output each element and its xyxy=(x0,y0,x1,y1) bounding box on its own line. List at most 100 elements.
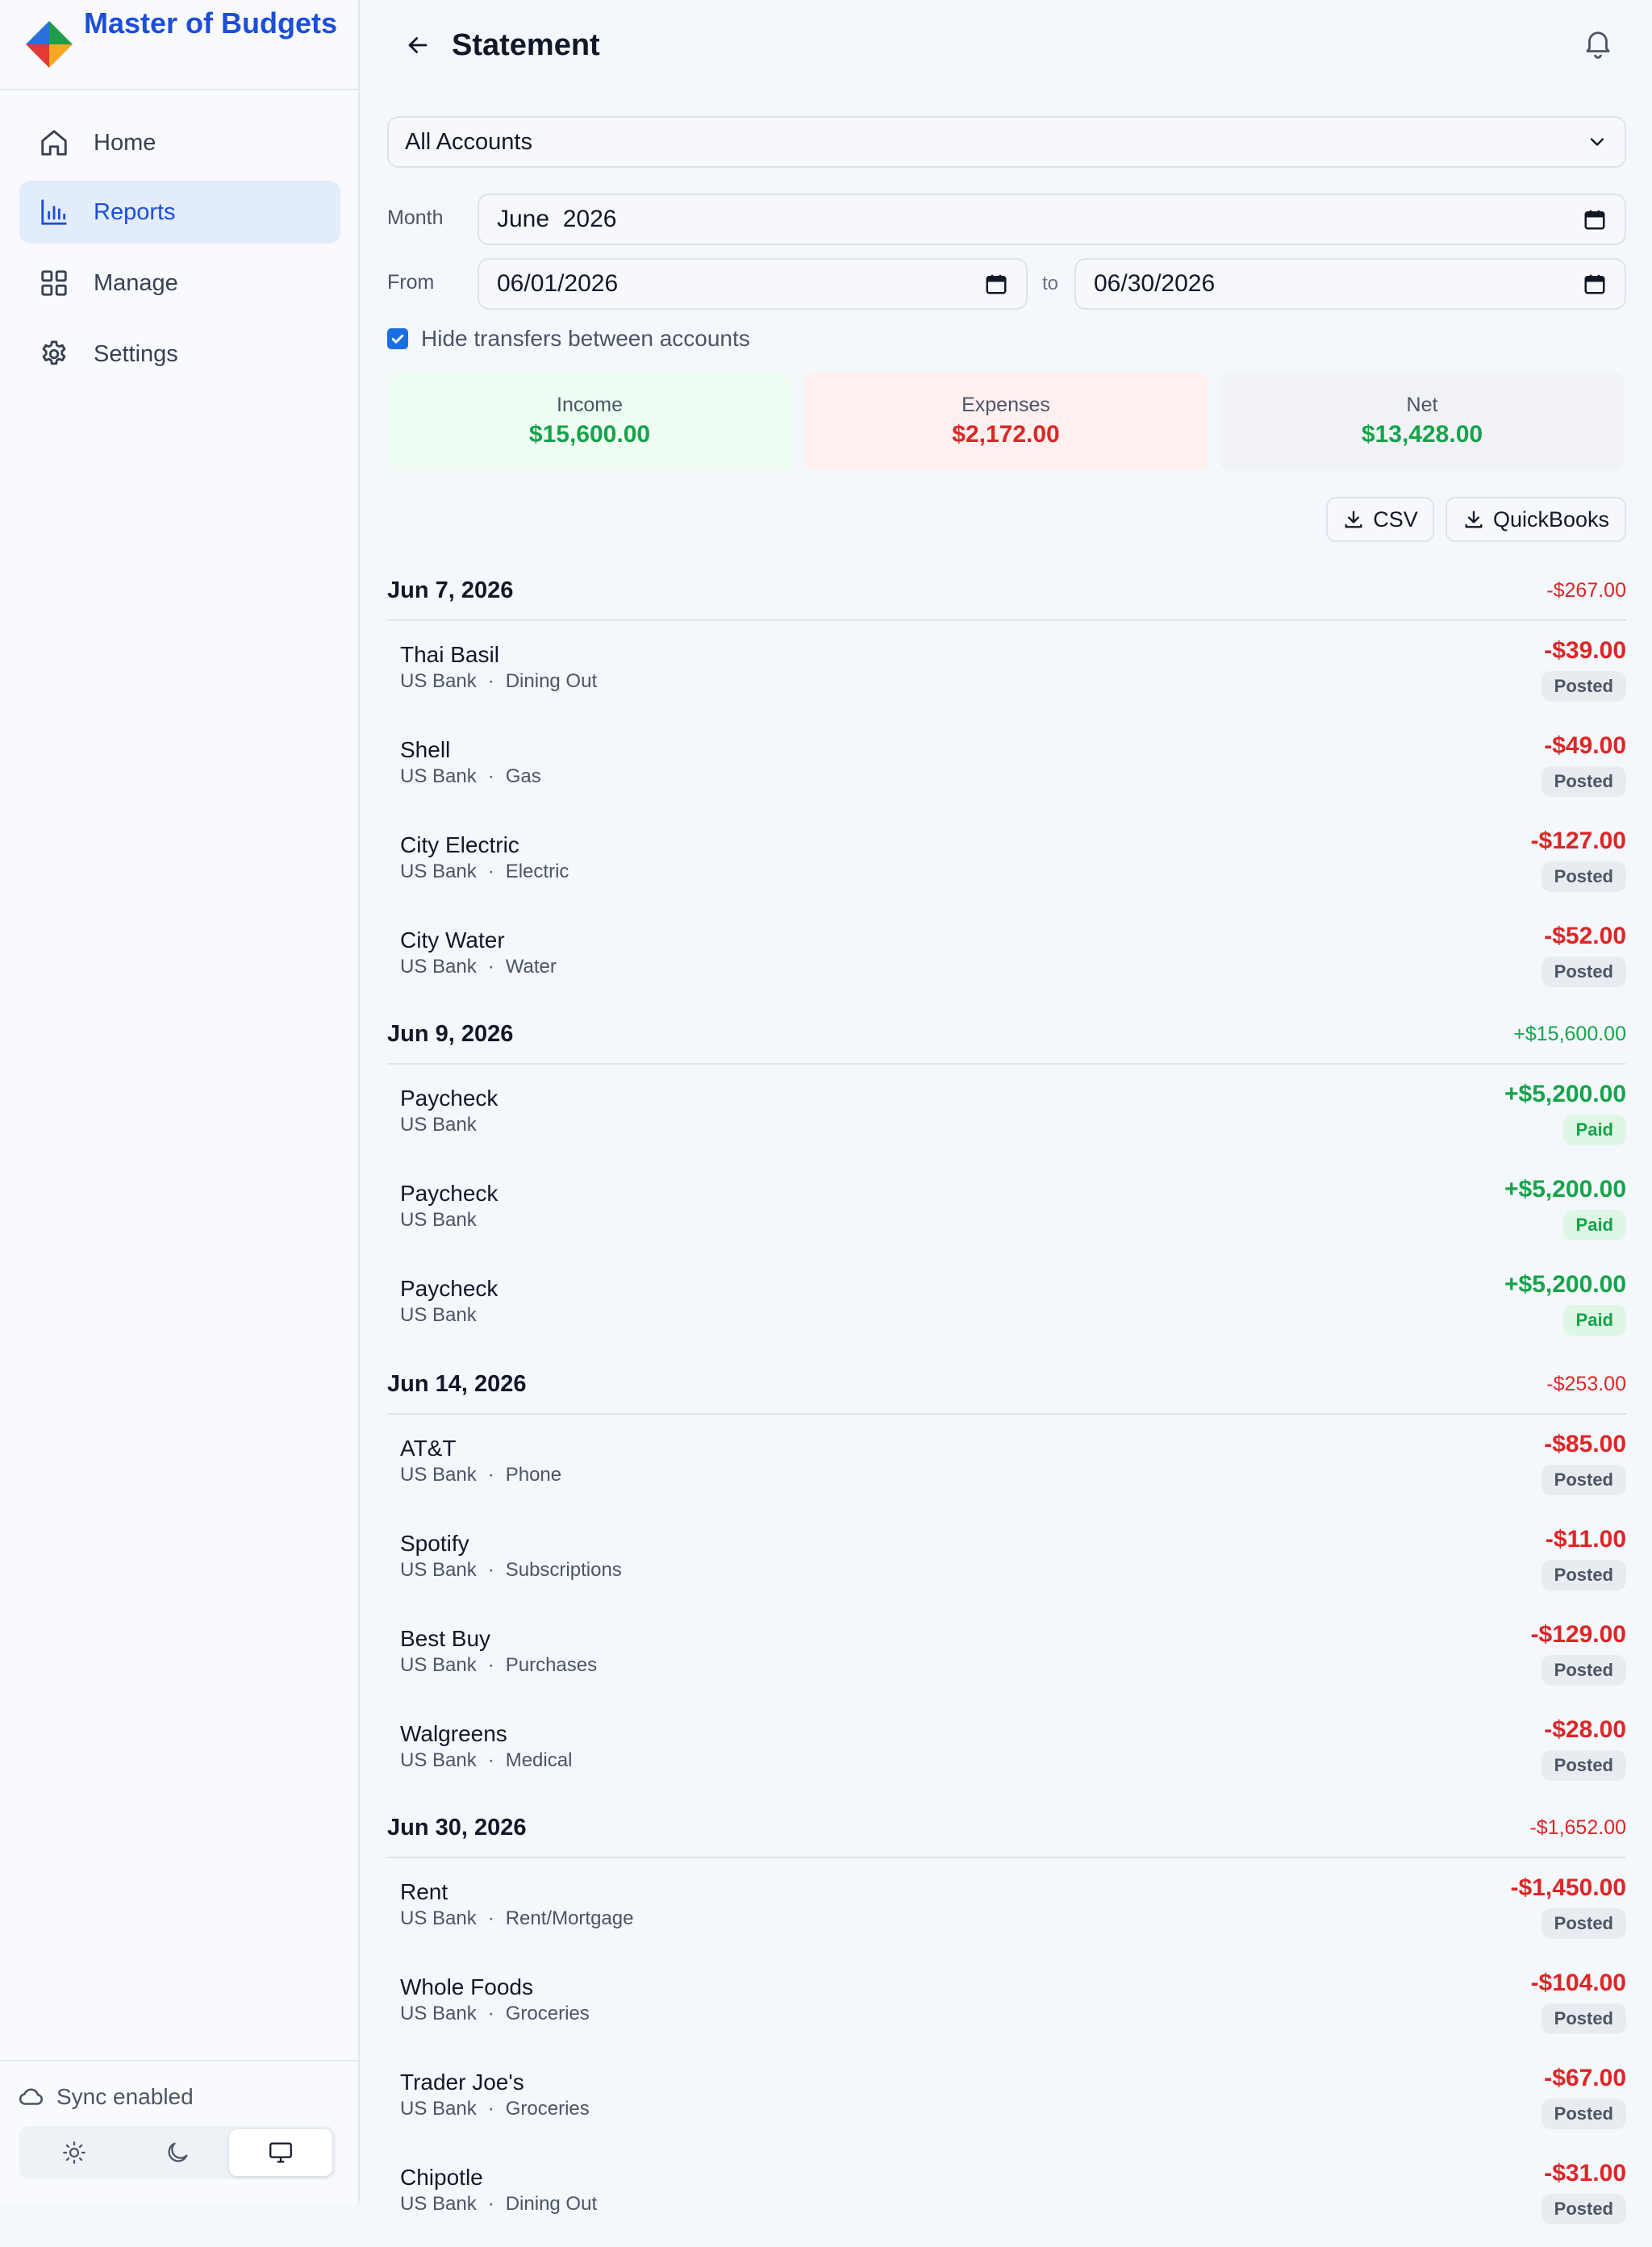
status-badge: Posted xyxy=(1541,861,1626,892)
transaction-category: Dining Out xyxy=(505,670,598,692)
month-input[interactable]: June 2026 xyxy=(478,194,1626,245)
hide-transfers-checkbox[interactable] xyxy=(387,328,408,349)
expenses-label: Expenses xyxy=(962,394,1050,416)
divider xyxy=(387,1857,1626,1858)
transaction-row[interactable]: Chipotle US Bank · Dining Out -$31.00 Posted xyxy=(387,2160,1626,2247)
meta-separator: · xyxy=(487,2003,494,2024)
brand[interactable]: Master of Budgets xyxy=(23,0,360,89)
sync-status: Sync enabled xyxy=(18,2081,194,2113)
theme-system-button[interactable] xyxy=(229,2129,332,2176)
meta-separator: · xyxy=(487,956,494,978)
transaction-meta: US Bank · Dining Out xyxy=(400,2191,597,2218)
sidebar-item-settings[interactable]: Settings xyxy=(19,323,340,386)
from-date-input[interactable]: 06/01/2026 xyxy=(478,258,1028,310)
export-quickbooks-label: QuickBooks xyxy=(1492,507,1610,532)
meta-separator: · xyxy=(487,1654,494,1676)
sun-icon xyxy=(63,2141,86,2164)
net-card: Net $13,428.00 xyxy=(1220,373,1625,471)
transaction-row[interactable]: Walgreens US Bank · Medical -$28.00 Posted xyxy=(387,1716,1626,1803)
transaction-amount: -$129.00 xyxy=(1530,1621,1626,1648)
sidebar-item-label: Home xyxy=(94,129,156,156)
status-badge: Posted xyxy=(1541,766,1626,797)
bell-icon xyxy=(1586,31,1610,59)
status-badge: Posted xyxy=(1541,1655,1626,1686)
transaction-row[interactable]: AT&T US Bank · Phone -$85.00 Posted xyxy=(387,1431,1626,1518)
transaction-amount: -$28.00 xyxy=(1544,1716,1626,1743)
transaction-category: Medical xyxy=(505,1749,573,1771)
transaction-row[interactable]: Thai Basil US Bank · Dining Out -$39.00 Poste… xyxy=(387,637,1626,724)
transaction-category: Groceries xyxy=(505,2003,590,2024)
transaction-payee: Shell xyxy=(400,737,451,762)
sidebar-item-label: Manage xyxy=(94,269,178,296)
status-badge: Posted xyxy=(1541,2003,1626,2034)
transaction-payee: Spotify xyxy=(400,1531,469,1556)
transaction-account: US Bank xyxy=(400,2003,477,2024)
sidebar: Master of Budgets Home Reports Manage Se… xyxy=(0,0,360,2203)
meta-separator: · xyxy=(487,2098,494,2120)
notifications-button[interactable] xyxy=(1581,26,1618,63)
transaction-row[interactable]: Spotify US Bank · Subscriptions -$11.00 Poste… xyxy=(387,1526,1626,1613)
sync-label: Sync enabled xyxy=(56,2084,194,2109)
transaction-payee: AT&T xyxy=(400,1436,457,1461)
transaction-account: US Bank xyxy=(400,1559,477,1581)
hide-transfers-toggle[interactable]: Hide transfers between accounts xyxy=(387,324,750,353)
sidebar-item-label: Settings xyxy=(94,340,178,367)
transaction-row[interactable]: Rent US Bank · Rent/Mortgage -$1,450.00 Poste… xyxy=(387,1874,1626,1961)
divider xyxy=(387,1063,1626,1065)
theme-light-button[interactable] xyxy=(23,2129,126,2176)
transaction-row[interactable]: Whole Foods US Bank · Groceries -$104.00 Post… xyxy=(387,1970,1626,2057)
income-label: Income xyxy=(557,394,623,416)
app-name: Master of Budgets xyxy=(84,6,338,40)
transaction-payee: Walgreens xyxy=(400,1721,507,1746)
expenses-value: $2,172.00 xyxy=(952,421,1060,448)
transaction-payee: Paycheck xyxy=(400,1086,499,1111)
transaction-category: Gas xyxy=(505,765,541,787)
calendar-icon xyxy=(986,274,1007,294)
to-label: to xyxy=(1042,273,1059,294)
transaction-category: Phone xyxy=(505,1464,562,1486)
transaction-row[interactable]: Paycheck US Bank +$5,200.00 Paid xyxy=(387,1176,1626,1263)
theme-dark-button[interactable] xyxy=(126,2129,229,2176)
transaction-account: US Bank xyxy=(400,1654,477,1676)
transaction-row[interactable]: City Water US Bank · Water -$52.00 Posted xyxy=(387,923,1626,1010)
transaction-amount: -$49.00 xyxy=(1544,732,1626,759)
transaction-row[interactable]: Paycheck US Bank +$5,200.00 Paid xyxy=(387,1081,1626,1168)
status-badge: Posted xyxy=(1541,957,1626,987)
transaction-category: Rent/Mortgage xyxy=(505,1907,634,1929)
transaction-amount: -$67.00 xyxy=(1544,2065,1626,2091)
export-csv-button[interactable]: CSV xyxy=(1326,497,1434,542)
transaction-account: US Bank xyxy=(400,2193,477,2215)
transaction-account: US Bank xyxy=(400,1209,477,1231)
transaction-meta: US Bank · Electric xyxy=(400,858,569,886)
account-select[interactable]: All Accounts xyxy=(387,116,1626,168)
chevron-down-icon xyxy=(1590,138,1604,146)
sidebar-item-home[interactable]: Home xyxy=(19,111,340,174)
sidebar-item-reports[interactable]: Reports xyxy=(19,181,340,244)
month-value: June 2026 xyxy=(497,206,617,232)
transaction-row[interactable]: Shell US Bank · Gas -$49.00 Posted xyxy=(387,732,1626,819)
download-icon xyxy=(1465,511,1483,528)
transaction-row[interactable]: Best Buy US Bank · Purchases -$129.00 Posted xyxy=(387,1621,1626,1708)
transaction-meta: US Bank · Groceries xyxy=(400,2000,590,2028)
sidebar-item-manage[interactable]: Manage xyxy=(19,252,340,315)
back-button[interactable] xyxy=(398,26,437,65)
to-date-input[interactable]: 06/30/2026 xyxy=(1074,258,1626,310)
divider xyxy=(387,1413,1626,1415)
page-title: Statement xyxy=(452,28,600,62)
transaction-account: US Bank xyxy=(400,1907,477,1929)
income-value: $15,600.00 xyxy=(528,421,651,448)
hide-transfers-label: Hide transfers between accounts xyxy=(421,326,750,351)
to-date-value: 06/30/2026 xyxy=(1094,270,1216,297)
transaction-account: US Bank xyxy=(400,670,477,692)
status-badge: Paid xyxy=(1562,1115,1626,1145)
transaction-category: Purchases xyxy=(505,1654,598,1676)
transaction-account: US Bank xyxy=(400,861,477,882)
transaction-row[interactable]: Trader Joe's US Bank · Groceries -$67.00 Post… xyxy=(387,2065,1626,2152)
sidebar-item-label: Reports xyxy=(94,198,176,225)
export-quickbooks-button[interactable]: QuickBooks xyxy=(1446,497,1626,542)
transaction-account: US Bank xyxy=(400,956,477,978)
transaction-row[interactable]: Paycheck US Bank +$5,200.00 Paid xyxy=(387,1271,1626,1358)
month-label: Month xyxy=(387,206,444,229)
transaction-row[interactable]: City Electric US Bank · Electric -$127.00 Pos… xyxy=(387,828,1626,915)
meta-separator: · xyxy=(487,1749,494,1771)
